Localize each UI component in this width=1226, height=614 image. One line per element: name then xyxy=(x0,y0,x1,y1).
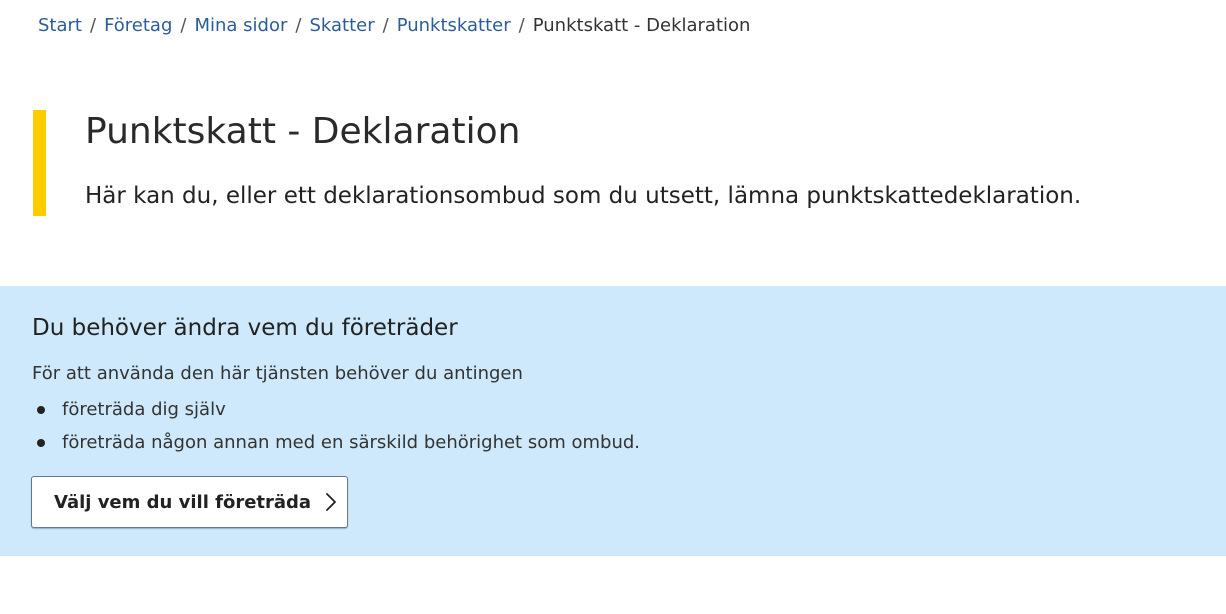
page-lead: Här kan du, eller ett deklarationsombud … xyxy=(85,183,1082,209)
notice-heading: Du behöver ändra vem du företräder xyxy=(32,315,458,341)
accent-bar xyxy=(33,110,46,216)
breadcrumb-link-punktskatter[interactable]: Punktskatter xyxy=(397,15,511,36)
list-item-text: företräda någon annan med en särskild be… xyxy=(62,432,641,453)
list-item: företräda dig själv xyxy=(32,393,640,426)
notice-list: företräda dig själv företräda någon anna… xyxy=(32,393,640,459)
breadcrumb-link-foretag[interactable]: Företag xyxy=(104,15,172,36)
breadcrumb-current: Punktskatt - Deklaration xyxy=(532,15,751,36)
breadcrumb-separator: / xyxy=(180,15,187,36)
bullet-icon xyxy=(37,439,45,447)
chevron-right-icon xyxy=(326,493,336,511)
breadcrumb-separator: / xyxy=(518,15,525,36)
list-item-text: företräda dig själv xyxy=(62,399,226,420)
notice-panel: Du behöver ändra vem du företräder För a… xyxy=(0,286,1226,556)
page-title: Punktskatt - Deklaration xyxy=(85,111,521,152)
button-label: Välj vem du vill företräda xyxy=(54,491,312,513)
breadcrumb-separator: / xyxy=(295,15,302,36)
list-item: företräda någon annan med en särskild be… xyxy=(32,426,640,459)
bullet-icon xyxy=(37,406,45,414)
page-header: Punktskatt - Deklaration Här kan du, ell… xyxy=(33,110,1173,216)
breadcrumb-link-mina-sidor[interactable]: Mina sidor xyxy=(194,15,287,36)
breadcrumb-separator: / xyxy=(89,15,97,36)
breadcrumb: Start / Företag / Mina sidor / Skatter / Punktsk… xyxy=(38,14,750,38)
breadcrumb-link-skatter[interactable]: Skatter xyxy=(309,15,374,36)
notice-intro: För att använda den här tjänsten behöver… xyxy=(32,363,523,384)
breadcrumb-link-start[interactable]: Start xyxy=(38,15,82,36)
breadcrumb-separator: / xyxy=(382,15,389,36)
choose-representation-button[interactable]: Välj vem du vill företräda xyxy=(31,476,348,528)
